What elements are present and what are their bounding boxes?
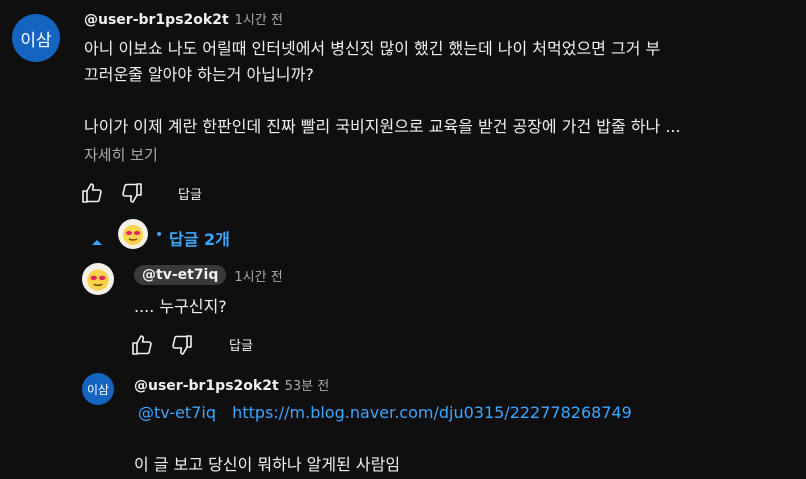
reply-body: .... 누구신지? — [134, 297, 227, 316]
reply-header: @user-br1ps2ok2t 53분 전 — [134, 375, 329, 394]
thumbs-up-icon — [82, 183, 102, 203]
comment-line: 끄러운줄 알아야 하는거 아닙니까? — [84, 65, 314, 84]
read-more-button[interactable]: 자세히 보기 — [84, 144, 158, 165]
comment-body: 아니 이보쇼 나도 어릴때 인터넷에서 병신짓 많이 했긴 했는데 나이 처먹었… — [84, 36, 784, 140]
author-name-chip[interactable]: @tv-et7iq — [134, 265, 227, 285]
emoji-face-icon — [123, 225, 143, 245]
avatar[interactable]: 이삼 — [12, 14, 60, 62]
reply-body: @tv-et7iq https://m.blog.naver.com/dju03… — [138, 400, 632, 426]
comment-time[interactable]: 1시간 전 — [235, 9, 283, 28]
reply-text: 이 글 보고 당신이 뭐하나 알게된 사람임 — [134, 455, 401, 474]
dislike-button[interactable] — [170, 333, 194, 357]
mention-link[interactable]: @tv-et7iq — [138, 403, 216, 422]
thumbs-up-icon — [132, 335, 152, 355]
reply-time[interactable]: 53분 전 — [285, 375, 330, 394]
comment-line: 아니 이보쇼 나도 어릴때 인터넷에서 병신짓 많이 했긴 했는데 나이 처먹었… — [84, 39, 661, 58]
reply-header: @tv-et7iq 1시간 전 — [134, 265, 283, 285]
avatar[interactable] — [82, 263, 114, 295]
url-link[interactable]: https://m.blog.naver.com/dju0315/2227782… — [232, 403, 632, 422]
reply-author-avatar — [118, 219, 148, 249]
dislike-button[interactable] — [120, 181, 144, 205]
replies-count-button[interactable]: 답글 2개 — [169, 226, 230, 250]
emoji-face-icon — [87, 269, 109, 291]
reply-button[interactable]: 답글 — [229, 335, 253, 354]
thumbs-down-icon — [122, 183, 142, 203]
comment-line: 나이가 이제 계란 한판인데 진짜 빨리 국비지원으로 교육을 받건 공장에 가… — [84, 117, 681, 136]
replies-dot: • — [155, 227, 164, 243]
author-name[interactable]: @user-br1ps2ok2t — [84, 12, 229, 28]
like-button[interactable] — [130, 333, 154, 357]
thumbs-down-icon — [172, 335, 192, 355]
collapse-replies-button[interactable] — [90, 232, 104, 245]
reply-button[interactable]: 답글 — [178, 184, 202, 203]
like-button[interactable] — [80, 181, 104, 205]
comment-header: @user-br1ps2ok2t 1시간 전 — [84, 9, 283, 28]
author-name[interactable]: @user-br1ps2ok2t — [134, 378, 279, 394]
caret-up-icon — [92, 240, 102, 245]
avatar[interactable]: 이삼 — [82, 373, 114, 405]
reply-time[interactable]: 1시간 전 — [234, 266, 282, 285]
